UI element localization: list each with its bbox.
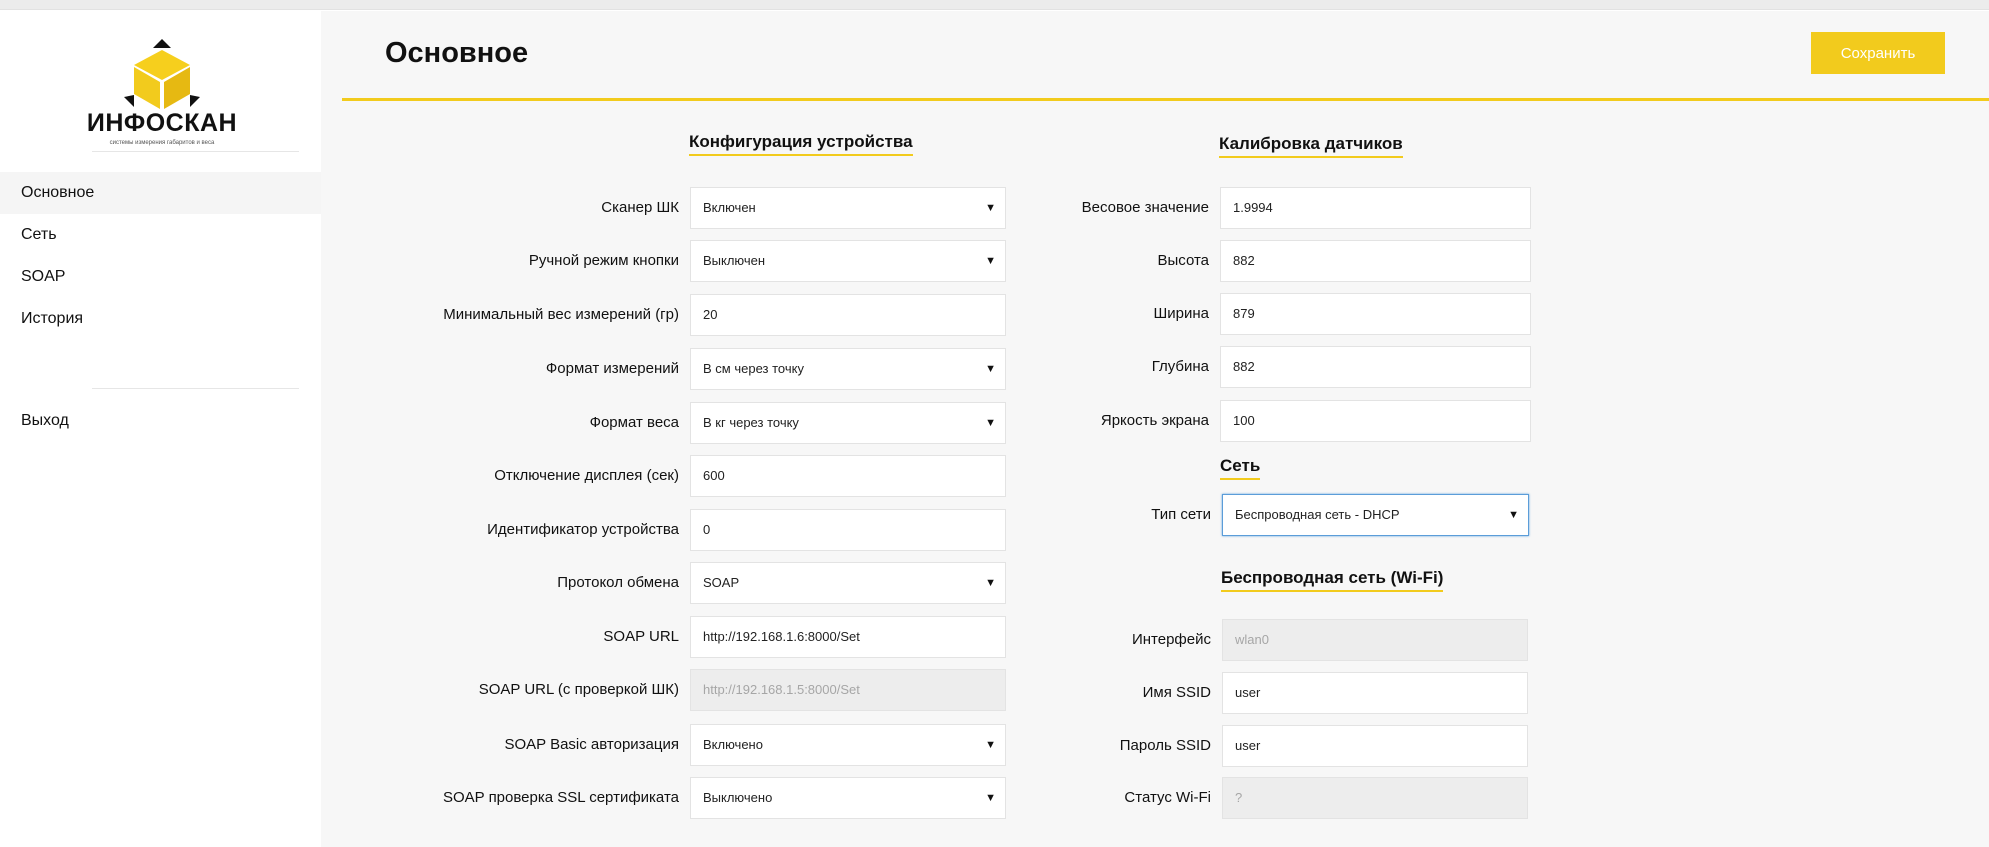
wifi-interface-input: wlan0 bbox=[1222, 619, 1528, 661]
field-label: Идентификатор устройства bbox=[487, 521, 679, 538]
field-label: Тип сети bbox=[1151, 506, 1211, 523]
caret-down-icon: ▼ bbox=[985, 417, 996, 429]
weight-value-input[interactable]: 1.9994 bbox=[1220, 187, 1531, 229]
logo: ИНФОСКАН системы измерения габаритов и в… bbox=[84, 37, 240, 149]
field-label: Формат измерений bbox=[545, 360, 679, 377]
field-label: SOAP проверка SSL сертификата bbox=[442, 789, 679, 806]
select-value: В см через точку bbox=[703, 361, 804, 376]
select-value: Выключено bbox=[703, 790, 773, 805]
select-value: Включено bbox=[703, 737, 763, 752]
field-label: Отключение дисплея (сек) bbox=[494, 467, 679, 484]
field-label: Яркость экрана bbox=[1100, 412, 1209, 429]
depth-input[interactable]: 882 bbox=[1220, 346, 1531, 388]
soap-ssl-check-select[interactable]: Выключено ▼ bbox=[690, 777, 1006, 819]
barcode-scanner-select[interactable]: Включен ▼ bbox=[690, 187, 1006, 229]
weight-format-select[interactable]: В кг через точку ▼ bbox=[690, 402, 1006, 444]
brand-tagline: системы измерения габаритов и веса bbox=[109, 140, 215, 146]
caret-down-icon: ▼ bbox=[985, 739, 996, 751]
sidebar-divider bbox=[92, 388, 299, 389]
field-label: Весовое значение bbox=[1081, 199, 1209, 216]
caret-down-icon: ▼ bbox=[985, 202, 996, 214]
box-logo-icon bbox=[124, 39, 200, 109]
caret-down-icon: ▼ bbox=[985, 577, 996, 589]
main-panel: Основное Сохранить Конфигурация устройст… bbox=[321, 11, 1989, 847]
field-label: Высота bbox=[1157, 252, 1209, 269]
field-label: Пароль SSID bbox=[1119, 737, 1211, 754]
caret-down-icon: ▼ bbox=[985, 255, 996, 267]
field-label: SOAP Basic авторизация bbox=[504, 736, 680, 753]
field-label: Статус Wi-Fi bbox=[1124, 789, 1211, 806]
page-header: Основное Сохранить bbox=[342, 11, 1989, 101]
brand-name: ИНФОСКАН bbox=[86, 109, 238, 137]
section-title-calibration: Калибровка датчиков bbox=[1219, 134, 1403, 158]
select-value: SOAP bbox=[703, 575, 740, 590]
select-value: Включен bbox=[703, 200, 756, 215]
field-label: Имя SSID bbox=[1142, 684, 1211, 701]
top-strip bbox=[0, 0, 1989, 10]
display-timeout-input[interactable]: 600 bbox=[690, 455, 1006, 497]
section-title-device-config: Конфигурация устройства bbox=[689, 132, 913, 156]
network-type-select[interactable]: Беспроводная сеть - DHCP ▼ bbox=[1222, 494, 1529, 536]
caret-down-icon: ▼ bbox=[985, 363, 996, 375]
exchange-protocol-select[interactable]: SOAP ▼ bbox=[690, 562, 1006, 604]
width-input[interactable]: 879 bbox=[1220, 293, 1531, 335]
save-button[interactable]: Сохранить bbox=[1811, 32, 1945, 74]
section-title-wifi: Беспроводная сеть (Wi-Fi) bbox=[1221, 568, 1444, 592]
sidebar-item-logout[interactable]: Выход bbox=[0, 400, 321, 442]
field-label: Ширина bbox=[1153, 305, 1209, 322]
field-label: SOAP URL (с проверкой ШК) bbox=[478, 681, 679, 698]
soap-url-input[interactable]: http://192.168.1.6:8000/Set bbox=[690, 616, 1006, 658]
select-value: В кг через точку bbox=[703, 415, 799, 430]
wifi-status-input: ? bbox=[1222, 777, 1528, 819]
measurement-format-select[interactable]: В см через точку ▼ bbox=[690, 348, 1006, 390]
field-label: Ручной режим кнопки bbox=[528, 252, 679, 269]
field-label: Минимальный вес измерений (гр) bbox=[443, 306, 679, 323]
soap-basic-auth-select[interactable]: Включено ▼ bbox=[690, 724, 1006, 766]
field-label: Сканер ШК bbox=[601, 199, 679, 216]
sidebar-item-history[interactable]: История bbox=[0, 298, 321, 340]
field-label: SOAP URL bbox=[603, 628, 679, 645]
caret-down-icon: ▼ bbox=[985, 792, 996, 804]
sidebar-divider bbox=[92, 151, 299, 152]
device-id-input[interactable]: 0 bbox=[690, 509, 1006, 551]
height-input[interactable]: 882 bbox=[1220, 240, 1531, 282]
select-value: Выключен bbox=[703, 253, 766, 268]
sidebar-item-main[interactable]: Основное bbox=[0, 172, 321, 214]
ssid-password-input[interactable]: user bbox=[1222, 725, 1528, 767]
screen-brightness-input[interactable]: 100 bbox=[1220, 400, 1531, 442]
ssid-name-input[interactable]: user bbox=[1222, 672, 1528, 714]
sidebar-item-network[interactable]: Сеть bbox=[0, 214, 321, 256]
soap-url-barcode-check-input: http://192.168.1.5:8000/Set bbox=[690, 669, 1006, 711]
select-value: Беспроводная сеть - DHCP bbox=[1235, 507, 1400, 522]
manual-button-mode-select[interactable]: Выключен ▼ bbox=[690, 240, 1006, 282]
field-label: Интерфейс bbox=[1131, 631, 1211, 648]
sidebar-item-soap[interactable]: SOAP bbox=[0, 256, 321, 298]
min-weight-input[interactable]: 20 bbox=[690, 294, 1006, 336]
field-label: Глубина bbox=[1151, 358, 1209, 375]
page-title: Основное bbox=[385, 37, 529, 69]
sidebar-nav: Основное Сеть SOAP История bbox=[0, 172, 321, 340]
section-title-network: Сеть bbox=[1220, 456, 1261, 480]
caret-down-icon: ▼ bbox=[1508, 509, 1519, 521]
sidebar: ИНФОСКАН системы измерения габаритов и в… bbox=[0, 11, 321, 847]
field-label: Протокол обмена bbox=[557, 574, 679, 591]
field-label: Формат веса bbox=[589, 414, 679, 431]
